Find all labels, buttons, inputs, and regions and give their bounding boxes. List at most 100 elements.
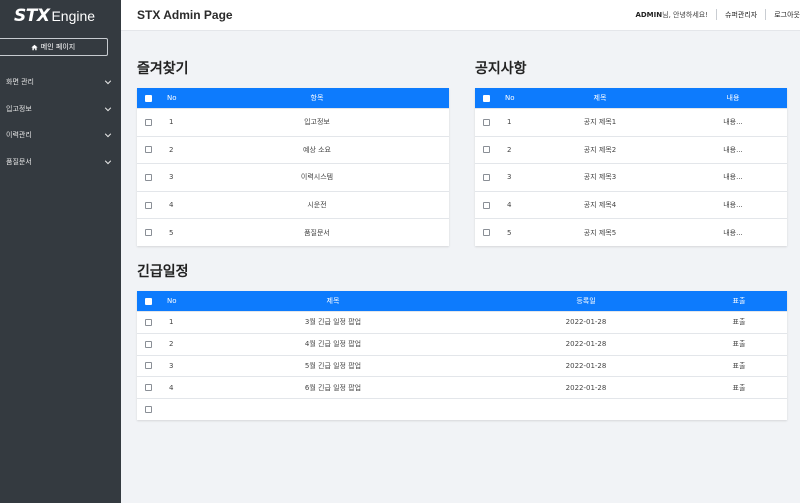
table-row[interactable]: 2 4월 긴급 일정 팝업 2022-01-28 표출 (137, 332, 787, 355)
sidebar-item-quality-docs[interactable]: 품질문서 (0, 149, 121, 176)
row-checkbox[interactable] (145, 406, 152, 414)
table-row[interactable]: 4 공지 제목4 내용... (475, 190, 787, 219)
select-all-checkbox[interactable] (145, 94, 152, 102)
row-date: 2022-01-28 (565, 361, 607, 370)
table-row[interactable]: 4 시운전 (137, 190, 449, 219)
row-checkbox-wrap[interactable] (145, 334, 152, 355)
row-checkbox[interactable] (145, 201, 152, 209)
row-item[interactable]: 입고정보 (237, 109, 397, 136)
select-all-checkbox-wrap[interactable] (483, 88, 490, 108)
col-no: No (167, 94, 177, 102)
row-subject[interactable]: 4월 긴급 일정 팝업 (273, 334, 393, 355)
row-subject[interactable] (273, 399, 393, 420)
row-checkbox-wrap[interactable] (483, 192, 490, 219)
row-no: 5 (169, 228, 174, 237)
table-row[interactable]: 4 6월 긴급 일정 팝업 2022-01-28 표출 (137, 376, 787, 398)
logo-stx: STX (14, 5, 50, 26)
row-checkbox-wrap[interactable] (483, 109, 490, 136)
table-row[interactable]: 1 3월 긴급 일정 팝업 2022-01-28 표출 (137, 311, 787, 333)
row-no: 2 (169, 340, 174, 349)
row-subject[interactable]: 공지 제목2 (565, 137, 635, 164)
row-checkbox-wrap[interactable] (145, 137, 152, 164)
row-display: 표출 (732, 383, 746, 392)
row-checkbox-wrap[interactable] (145, 377, 152, 398)
row-checkbox-wrap[interactable] (483, 137, 490, 164)
row-checkbox[interactable] (145, 362, 152, 370)
row-content: 내용... (723, 228, 743, 237)
urgent-title: 긴급일정 (137, 264, 189, 280)
row-item[interactable]: 예상 소요 (237, 137, 397, 164)
row-checkbox[interactable] (483, 118, 490, 126)
row-checkbox[interactable] (145, 146, 152, 154)
favorites-table: No 항목 1 입고정보 2 예상 소요 3 이력시스템 4 시운전 5 품질문… (137, 88, 449, 246)
main-page-button[interactable]: 메인 페이지 (0, 38, 108, 56)
row-no: 1 (507, 118, 512, 127)
sidebar-item-label: 이력관리 (6, 131, 32, 140)
logo-engine: Engine (51, 7, 96, 24)
col-display: 표출 (732, 297, 746, 305)
row-subject[interactable]: 공지 제목3 (565, 164, 635, 191)
col-item: 항목 (310, 94, 324, 102)
select-all-checkbox-wrap[interactable] (145, 291, 152, 311)
row-checkbox[interactable] (145, 173, 152, 181)
sidebar-item-screen-management[interactable]: 화면 관리 (0, 69, 121, 96)
row-no: 4 (169, 201, 174, 210)
row-content: 내용... (723, 173, 743, 182)
sidebar-item-history-management[interactable]: 이력관리 (0, 122, 121, 149)
row-item[interactable]: 시운전 (237, 192, 397, 219)
row-checkbox-wrap[interactable] (145, 109, 152, 136)
row-checkbox[interactable] (145, 318, 152, 326)
row-checkbox[interactable] (145, 118, 152, 126)
row-subject[interactable]: 3월 긴급 일정 팝업 (273, 312, 393, 333)
table-row[interactable]: 5 공지 제목5 내용... (475, 218, 787, 246)
row-no: 5 (507, 228, 512, 237)
row-subject[interactable]: 공지 제목5 (565, 219, 635, 246)
row-checkbox-wrap[interactable] (145, 399, 152, 420)
table-row[interactable]: 3 5월 긴급 일정 팝업 2022-01-28 표출 (137, 354, 787, 377)
row-checkbox[interactable] (145, 340, 152, 348)
row-checkbox-wrap[interactable] (145, 164, 152, 191)
row-checkbox[interactable] (483, 229, 490, 237)
user-role-link[interactable]: 슈퍼관리자 (725, 10, 757, 20)
select-all-checkbox-wrap[interactable] (145, 88, 152, 108)
row-subject[interactable]: 5월 긴급 일정 팝업 (273, 356, 393, 377)
sidebar-item-receiving-info[interactable]: 입고정보 (0, 96, 121, 123)
row-checkbox-wrap[interactable] (145, 192, 152, 219)
table-row[interactable]: 3 이력시스템 (137, 163, 449, 191)
table-row[interactable]: 1 공지 제목1 내용... (475, 108, 787, 136)
row-checkbox-wrap[interactable] (483, 164, 490, 191)
row-subject[interactable]: 6월 긴급 일정 팝업 (273, 377, 393, 398)
row-checkbox[interactable] (145, 384, 152, 392)
row-no: 3 (507, 173, 512, 182)
row-item[interactable]: 품질문서 (237, 219, 397, 246)
row-date: 2022-01-28 (565, 340, 607, 349)
home-icon (31, 44, 38, 50)
row-checkbox-wrap[interactable] (483, 219, 490, 246)
row-checkbox-wrap[interactable] (145, 312, 152, 333)
table-row[interactable]: 5 품질문서 (137, 218, 449, 246)
table-row[interactable] (137, 398, 787, 420)
row-checkbox[interactable] (483, 173, 490, 181)
logout-link[interactable]: 로그아웃 (774, 10, 800, 20)
select-all-checkbox[interactable] (483, 94, 490, 102)
col-subject: 제목 (326, 297, 340, 305)
row-content: 내용... (723, 145, 743, 154)
header-divider (716, 9, 718, 20)
top-header: STX Admin Page ADMIN님, 안녕하세요! 슈퍼관리자 로그아웃 (121, 0, 800, 31)
table-row[interactable]: 3 공지 제목3 내용... (475, 163, 787, 191)
row-checkbox[interactable] (145, 229, 152, 237)
table-row[interactable]: 2 공지 제목2 내용... (475, 135, 787, 164)
row-checkbox-wrap[interactable] (145, 219, 152, 246)
sidebar-menu: 화면 관리 입고정보 이력관리 품질문서 (0, 69, 121, 175)
row-checkbox[interactable] (483, 146, 490, 154)
row-item[interactable]: 이력시스템 (237, 164, 397, 191)
row-checkbox-wrap[interactable] (145, 356, 152, 377)
select-all-checkbox[interactable] (145, 297, 152, 305)
logo[interactable]: STX Engine (0, 0, 121, 31)
row-checkbox[interactable] (483, 201, 490, 209)
table-row[interactable]: 2 예상 소요 (137, 135, 449, 164)
table-row[interactable]: 1 입고정보 (137, 108, 449, 136)
row-subject[interactable]: 공지 제목1 (565, 109, 635, 136)
row-date (546, 399, 626, 420)
row-subject[interactable]: 공지 제목4 (565, 192, 635, 219)
